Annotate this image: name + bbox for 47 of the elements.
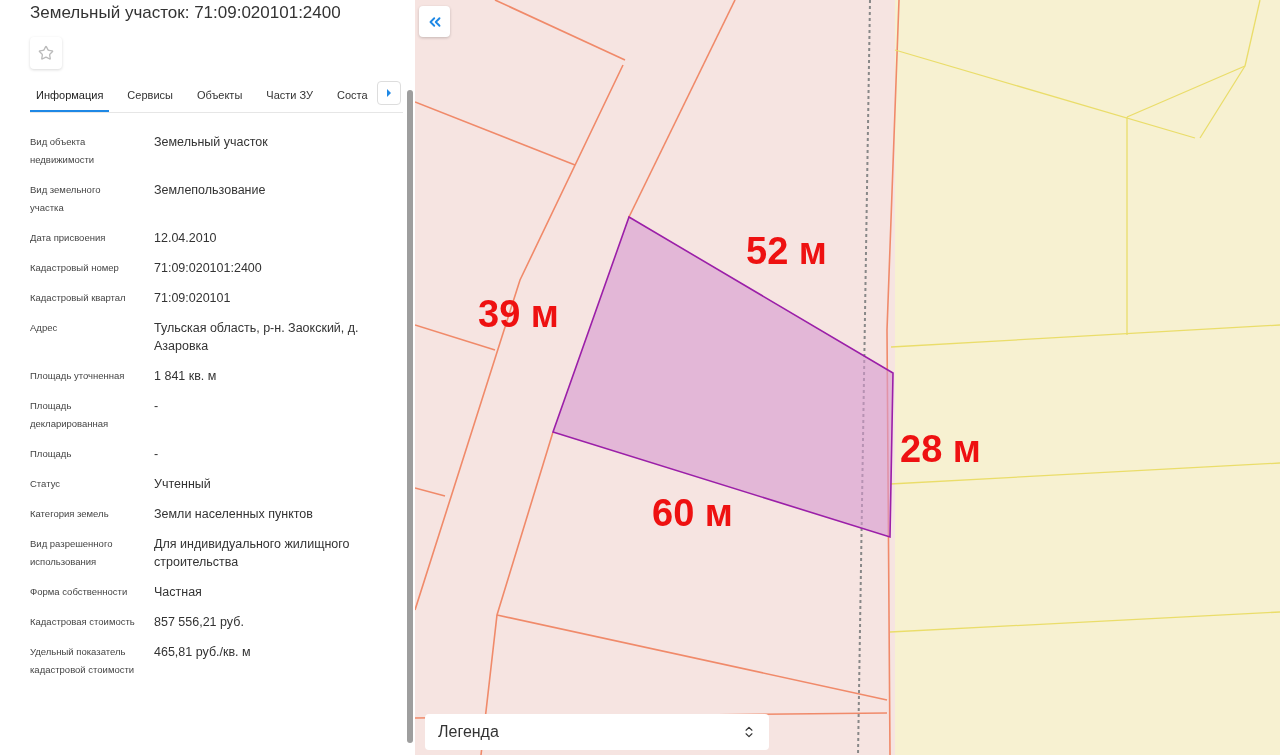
- field-label: Вид земельного участка: [30, 182, 102, 215]
- field-value: 465,81 руб./кв. м: [154, 643, 252, 661]
- measurement-label: 60 м: [652, 494, 733, 532]
- tab[interactable]: Сервисы: [121, 81, 179, 112]
- field-label: Дата присвоения: [30, 230, 107, 245]
- tab[interactable]: Информация: [30, 81, 110, 112]
- field-value: 12.04.2010: [154, 229, 218, 247]
- tab[interactable]: Соста: [331, 81, 374, 112]
- field-value: Учтенный: [154, 475, 212, 493]
- field-label: Кадастровый номер: [30, 260, 120, 275]
- field-label: Площадь декларированная: [30, 398, 110, 431]
- field-value: Для индивидуального жилищного строительства: [154, 535, 351, 571]
- field-label: Кадастровый квартал: [30, 290, 127, 305]
- scroll-tabs-button[interactable]: [377, 81, 401, 105]
- caret-right-icon: [386, 89, 392, 97]
- tab[interactable]: Объекты: [190, 81, 249, 112]
- field-label: Площадь уточненная: [30, 368, 126, 383]
- measurement-label: 52 м: [746, 232, 827, 270]
- field-label: Удельный показатель кадастровой стоимости: [30, 644, 136, 677]
- field-label: Статус: [30, 476, 62, 491]
- field-value: Земли населенных пунктов: [154, 505, 314, 523]
- field-value: Тульская область, р-н. Заокский, д. Азаровка: [154, 319, 360, 355]
- field-value: Частная: [154, 583, 203, 601]
- measurement-label: 28 м: [900, 430, 981, 468]
- favorite-button[interactable]: [30, 37, 62, 69]
- field-value: -: [154, 397, 160, 415]
- field-value: Землепользование: [154, 181, 267, 199]
- field-label: Вид объекта недвижимости: [30, 134, 96, 167]
- scrollbar-thumb[interactable]: [407, 90, 413, 743]
- field-value: 1 841 кв. м: [154, 367, 218, 385]
- field-label: Категория земель: [30, 506, 110, 521]
- field-value: 857 556,21 руб.: [154, 613, 245, 631]
- field-label: Вид разрешенного использования: [30, 536, 114, 569]
- legend-select[interactable]: Легенда: [425, 714, 769, 750]
- field-label: Кадастровая стоимость: [30, 614, 136, 629]
- star-icon: [38, 45, 54, 61]
- tab[interactable]: Части ЗУ: [260, 81, 319, 112]
- field-label: Площадь: [30, 446, 73, 461]
- field-label: Форма собственности: [30, 584, 129, 599]
- field-value: 71:09:020101: [154, 289, 232, 307]
- field-value: -: [154, 445, 160, 463]
- collapse-panel-button[interactable]: [419, 6, 450, 37]
- measurement-label: 39 м: [478, 295, 559, 333]
- field-label: Адрес: [30, 320, 59, 335]
- field-value: 71:09:020101:2400: [154, 259, 263, 277]
- panel-title: Земельный участок: 71:09:020101:2400: [30, 2, 342, 24]
- field-value: Земельный участок: [154, 133, 269, 151]
